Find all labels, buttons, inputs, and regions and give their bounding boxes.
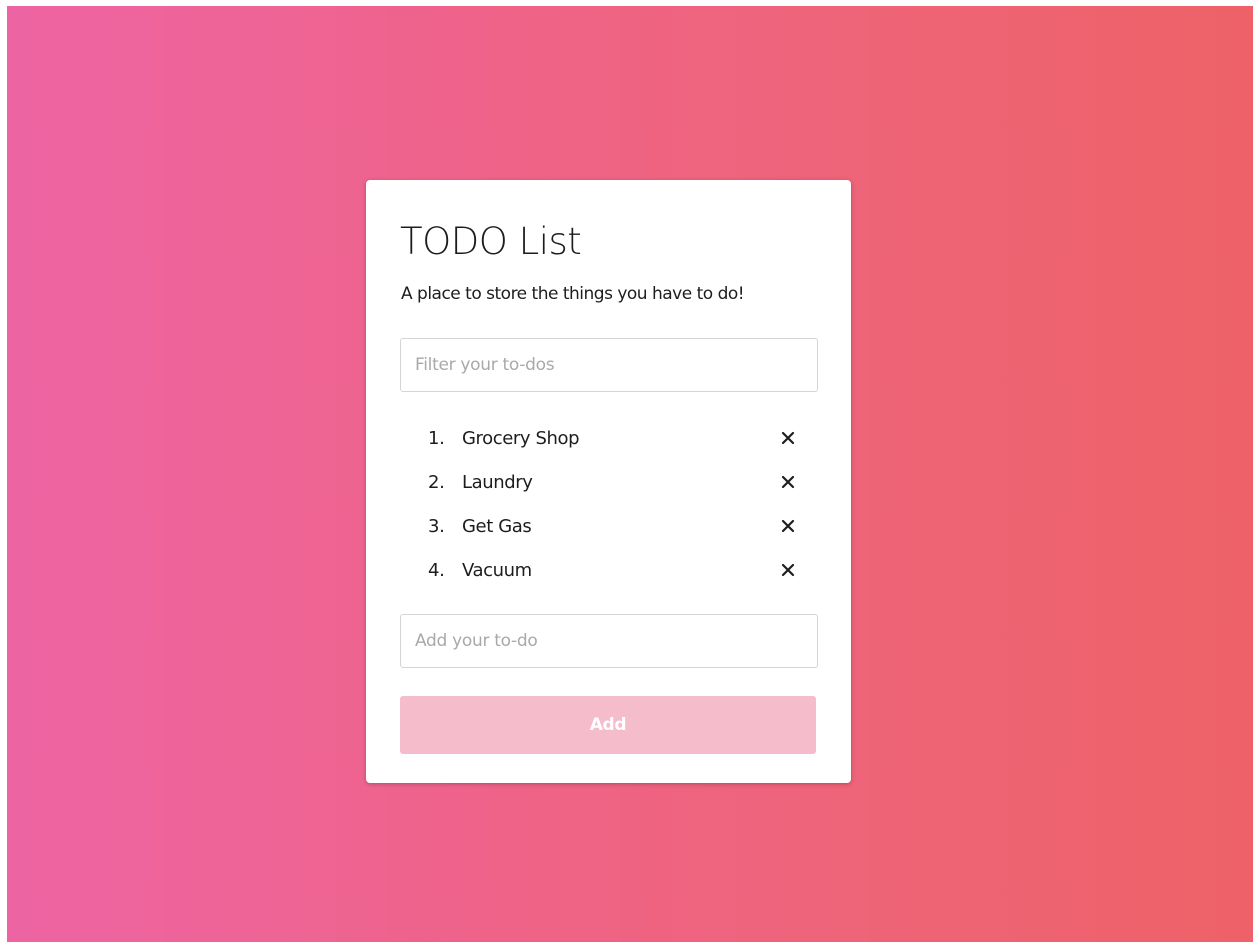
add-todo-input[interactable] — [400, 614, 818, 668]
todo-card: TODO List A place to store the things yo… — [366, 180, 851, 783]
list-item: 3. Get Gas — [400, 504, 818, 548]
add-button[interactable]: Add — [400, 696, 816, 754]
list-item: 1. Grocery Shop — [400, 416, 818, 460]
close-icon — [781, 431, 795, 445]
todo-list: 1. Grocery Shop 2. Laundry 3. Get Gas 4.… — [400, 416, 818, 592]
remove-todo-button[interactable] — [780, 430, 796, 446]
todo-number: 1. — [428, 427, 445, 449]
todo-text: Grocery Shop — [462, 427, 580, 449]
remove-todo-button[interactable] — [780, 474, 796, 490]
todo-number: 2. — [428, 471, 445, 493]
page-subtitle: A place to store the things you have to … — [401, 284, 745, 304]
todo-number: 3. — [428, 515, 445, 537]
todo-text: Get Gas — [462, 515, 532, 537]
close-icon — [781, 519, 795, 533]
list-item: 4. Vacuum — [400, 548, 818, 592]
remove-todo-button[interactable] — [780, 518, 796, 534]
close-icon — [781, 475, 795, 489]
todo-text: Vacuum — [462, 559, 532, 581]
list-item: 2. Laundry — [400, 460, 818, 504]
app-background: TODO List A place to store the things yo… — [7, 6, 1253, 942]
todo-number: 4. — [428, 559, 445, 581]
page-title: TODO List — [400, 220, 582, 263]
todo-text: Laundry — [462, 471, 533, 493]
filter-input[interactable] — [400, 338, 818, 392]
close-icon — [781, 563, 795, 577]
remove-todo-button[interactable] — [780, 562, 796, 578]
